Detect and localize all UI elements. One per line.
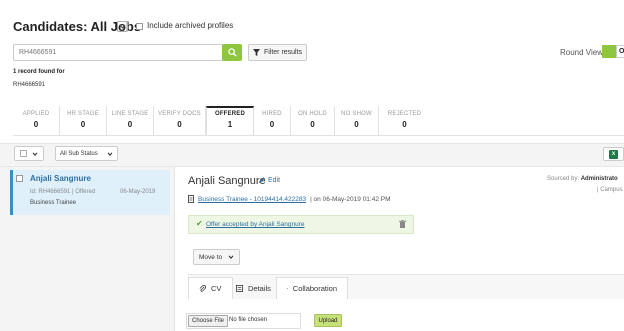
search-input[interactable] [13, 44, 223, 61]
stage-tabs-divider [13, 135, 624, 136]
stage-count: 1 [227, 120, 233, 129]
pencil-icon [259, 177, 265, 183]
tab-details[interactable]: Details [226, 277, 281, 299]
stage-label: APPLIED [22, 111, 50, 117]
search-icon [227, 48, 237, 57]
stage-label: LINE STAGE [111, 111, 149, 117]
include-archived-checkbox[interactable] [136, 23, 143, 30]
sourced-prefix: Sourced by: [547, 176, 580, 182]
chevron-down-icon [228, 255, 234, 259]
trash-icon[interactable] [399, 220, 406, 228]
stage-tab-rejected[interactable]: REJECTED 0 [379, 106, 430, 136]
job-link[interactable]: Business Trainee - 10194414.422283 [198, 196, 306, 203]
stage-tabs: APPLIED 0 HR STAGE 0 LINE STAGE 0 VERIFY DO… [13, 106, 430, 136]
stage-tab-line-stage[interactable]: LINE STAGE 0 [107, 106, 154, 136]
stage-tab-on-hold[interactable]: ON HOLD 0 [291, 106, 335, 136]
upload-button[interactable]: Upload [314, 314, 342, 327]
stage-tab-hired[interactable]: HIRED 0 [254, 106, 291, 136]
choose-file-button[interactable]: Choose File [188, 315, 229, 327]
filter-results-label: Filter results [263, 49, 303, 56]
stage-count: 0 [269, 120, 275, 129]
job-line: Business Trainee - 10194414.422283 | on … [188, 195, 391, 203]
stage-label: REJECTED [387, 111, 422, 117]
stage-count: 0 [80, 120, 86, 129]
round-view-toggle-text: O [616, 45, 624, 58]
stage-tab-offered[interactable]: OFFERED 1 [206, 106, 254, 136]
job-select-dropdown[interactable] [117, 21, 128, 32]
filter-results-button[interactable]: Filter results [248, 44, 307, 61]
document-icon [188, 195, 194, 203]
chevron-down-icon [119, 24, 126, 29]
candidate-meta: Id: RH4666591 | Offered [30, 189, 96, 195]
stage-label: HR STAGE [67, 111, 99, 117]
stage-tab-hr-stage[interactable]: HR STAGE 0 [60, 106, 107, 136]
stage-label: OFFERED [214, 111, 246, 117]
chat-icon [287, 288, 288, 289]
stage-label: NO SHOW [341, 111, 372, 117]
excel-icon: x [609, 149, 618, 159]
edit-link[interactable]: Edit [258, 176, 280, 184]
tab-collaboration-label: Collaboration [292, 284, 337, 293]
stage-count: 0 [177, 120, 182, 129]
filter-icon [252, 49, 260, 56]
move-to-label: Move to [199, 253, 223, 261]
stage-count: 0 [402, 120, 407, 129]
select-all-checkbox[interactable] [20, 150, 28, 157]
stage-count: 0 [33, 120, 39, 129]
details-icon [236, 284, 243, 292]
sourced-by-value: Administrato [580, 176, 618, 182]
stage-count: 0 [354, 120, 359, 129]
results-query: RH4666591 [13, 82, 46, 88]
tab-details-label: Details [248, 283, 271, 293]
stage-label: HIRED [262, 111, 282, 117]
round-view-label: Round View: [560, 48, 606, 57]
stage-count: 0 [310, 120, 315, 129]
candidate-name[interactable]: Anjali Sangnure [30, 174, 91, 183]
stage-tab-verify-docs[interactable]: VERIFY DOCS 0 [154, 106, 206, 136]
stage-label: VERIFY DOCS [158, 111, 201, 117]
move-to-dropdown[interactable]: Move to [193, 249, 240, 265]
tab-collaboration[interactable]: Collaboration [276, 277, 348, 299]
chevron-down-icon [107, 151, 113, 156]
file-status: No file chosen [229, 317, 268, 323]
candidate-date: 06-May-2019 [120, 189, 156, 195]
stage-label: ON HOLD [298, 111, 327, 117]
check-icon: ✔ [196, 219, 203, 228]
paperclip-icon [199, 285, 206, 292]
edit-label: Edit [268, 176, 281, 184]
sub-status-value: All Sub Status [60, 150, 98, 157]
stage-count: 0 [127, 120, 133, 129]
job-date: | on 06-May-2019 01:42 PM [310, 195, 391, 203]
sourced-channel: | Campus [597, 187, 623, 193]
include-archived-label: Include archived profiles [147, 21, 234, 30]
detail-candidate-name: Anjali Sangnure [188, 175, 266, 187]
stage-tab-applied[interactable]: APPLIED 0 [13, 106, 60, 136]
search-button[interactable] [222, 44, 242, 61]
tab-cv-label: CV [211, 284, 222, 293]
stage-tab-no-show[interactable]: NO SHOW 0 [335, 106, 379, 136]
round-view-toggle[interactable]: O [602, 45, 624, 58]
sourced-by: Sourced by: Administrato [547, 176, 618, 182]
offer-accepted-link[interactable]: Offer accepted by Anjali Sangnure [206, 221, 305, 228]
results-count: 1 record found for [13, 69, 65, 75]
select-all-dropdown[interactable] [14, 146, 44, 161]
chevron-down-icon [32, 151, 38, 156]
export-excel-button[interactable]: x [603, 147, 624, 161]
candidate-job: Business Trainee [30, 200, 77, 206]
candidate-checkbox[interactable] [16, 175, 23, 182]
sub-status-select[interactable]: All Sub Status [55, 146, 118, 161]
